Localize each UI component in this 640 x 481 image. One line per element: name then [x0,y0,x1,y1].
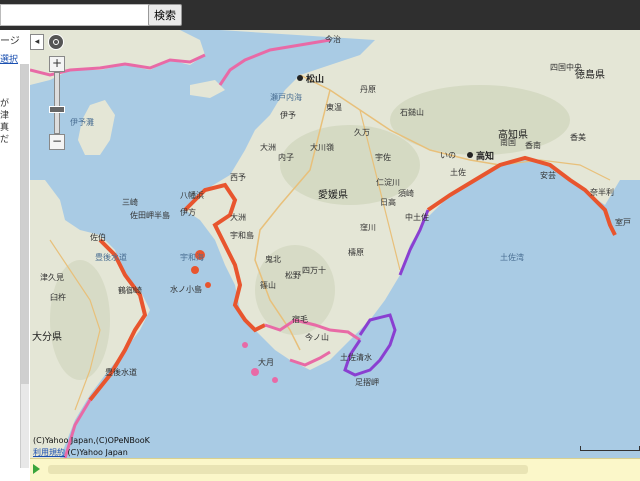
zoom-slider-track[interactable] [54,72,60,134]
sea-label: 伊予灘 [70,117,94,127]
place-label: 大洲 [230,212,246,222]
place-label: 大川嶺 [310,142,334,152]
city-label: 臼杵 [50,292,66,302]
attribution-text: (C)Yahoo Japan [65,448,128,457]
place-label: 三崎 [122,197,138,207]
zoom-in-button[interactable]: + [49,56,65,72]
map-svg: 瀬戸内海 宇和海 豊後水道 伊予灘 土佐湾 愛媛県 高知県 徳島県 大分県 松山… [30,30,640,458]
sea-label: 土佐湾 [500,252,524,262]
shikoku-land [185,30,640,370]
city-label: 須崎 [398,188,414,198]
mountain-area [390,85,570,155]
island-hazard [272,377,278,383]
sea-label: 宇和海 [180,252,204,262]
city-label: 大洲 [260,142,276,152]
sidebar-page-label: ージ [0,36,20,47]
place-label: 内子 [278,152,294,162]
place-label: 香南 [525,140,541,150]
place-label: 伊予 [280,110,296,120]
place-label: 宇佐 [375,152,391,162]
place-label: 鬼北 [265,254,281,264]
sea-label: 瀬戸内海 [270,92,302,102]
zoom-out-button[interactable]: − [49,134,65,150]
sidebar-panel: ージ 選択 が 津 真 だ [0,30,31,472]
city-dot [467,152,473,158]
sea-label: 豊後水道 [95,252,127,262]
place-label: 東温 [326,102,342,112]
place-label: 鶴御崎 [118,285,142,295]
place-label: 松野 [285,270,301,280]
top-toolbar: 検索 [0,0,640,30]
place-label: 水ノ小島 [170,284,202,294]
place-label: 足摺岬 [355,377,379,387]
place-label: 伊方 [180,207,196,217]
island-hazard [251,368,259,376]
sidebar-select-link[interactable]: 選択 [0,52,18,65]
collapse-sidebar-button[interactable]: ◂ [30,34,44,50]
city-label: 安芸 [540,170,556,180]
island-hazard [242,342,248,348]
place-label: 今ノ山 [305,332,329,342]
island-hazard [205,282,211,288]
sidebar-scroll-thumb[interactable] [21,64,29,384]
prefecture-label: 愛媛県 [318,188,348,201]
place-label: 檮原 [348,247,364,257]
place-label: 室戸 [615,217,631,227]
prefecture-label: 大分県 [32,330,62,343]
city-label: 佐伯 [90,232,106,242]
place-label: 窪川 [360,222,376,232]
city-label: 西予 [230,173,246,182]
place-label: 丹原 [360,85,376,94]
sidebar-snippet: だ [0,135,10,145]
place-label: 南国 [500,137,516,147]
city-label: 大月 [258,357,274,367]
city-label: 土佐清水 [340,352,372,362]
zoom-slider-handle[interactable] [49,106,65,113]
search-button[interactable]: 検索 [148,4,182,26]
island-hazard [191,266,199,274]
play-icon[interactable] [33,464,40,474]
city-label: 八幡浜 [180,190,204,200]
place-label: 日高 [380,197,396,207]
city-label: 四万十 [302,265,326,275]
place-label: 中土佐 [405,212,429,222]
place-label: 土佐 [450,167,466,177]
place-label: 奈半利 [590,187,614,197]
city-label: 松山 [306,73,324,85]
place-label: 四国中央 [550,62,582,72]
status-bar [30,458,640,481]
map-attribution: 利用規約 (C)Yahoo Japan [33,447,128,458]
status-text-area [48,465,528,474]
city-label: 今治 [325,34,341,44]
scale-bar [580,446,640,451]
sidebar-scrollbar[interactable] [20,64,29,468]
search-input[interactable] [0,4,150,26]
pan-control-icon[interactable] [48,34,64,50]
terms-link[interactable]: 利用規約 [33,448,65,457]
place-label: 石鎚山 [400,107,424,117]
city-label: 宿毛 [292,314,308,324]
place-label: いの [440,151,456,160]
place-label: 豊後水道 [105,367,137,377]
place-label: 佐田岬半島 [130,210,170,220]
map-copyright: (C)Yahoo Japan,(C)OPeNBooK [33,436,150,445]
city-label: 津久見 [40,272,64,282]
city-dot [297,75,303,81]
city-label: 高知 [476,150,494,162]
city-label: 宇和島 [230,230,254,240]
place-label: 仁淀川 [376,177,400,187]
place-label: 香美 [570,132,586,142]
map-canvas[interactable]: 瀬戸内海 宇和海 豊後水道 伊予灘 土佐湾 愛媛県 高知県 徳島県 大分県 松山… [30,30,640,458]
place-label: 篠山 [260,280,276,290]
island [78,100,115,155]
place-label: 久万 [354,127,370,137]
